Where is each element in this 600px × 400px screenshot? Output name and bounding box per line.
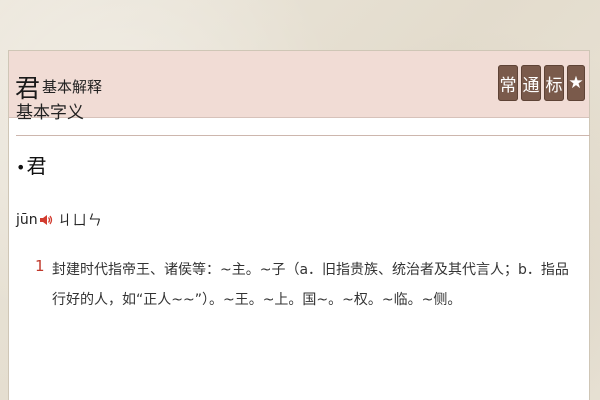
zhuyin: ㄐㄩㄣ [57,213,103,229]
entry-character: 君 [26,154,47,178]
badge-standard[interactable]: 标 [544,65,564,101]
badge-common[interactable]: 常 [498,65,518,101]
pinyin: jūn [16,212,38,228]
pronunciation-line: jūn ㄐㄩㄣ [16,210,103,230]
definition-number: 1 [35,257,45,275]
section-title: 基本字义 [16,103,84,123]
entry-heading: •君 [16,150,46,179]
card-header: 君 基本解释 常 通 标 ★ [9,51,589,118]
badge-group: 常 通 标 ★ [498,65,585,101]
speaker-icon[interactable] [39,213,53,227]
definition-text: 封建时代指帝王、诸侯等：~主。~子（a．旧指贵族、统治者及其代言人；b．指品行好… [52,262,569,308]
section-divider [16,135,590,136]
header-label: 基本解释 [42,78,103,96]
badge-general[interactable]: 通 [521,65,541,101]
entry-bullet: • [16,158,26,177]
star-icon[interactable]: ★ [567,65,585,101]
